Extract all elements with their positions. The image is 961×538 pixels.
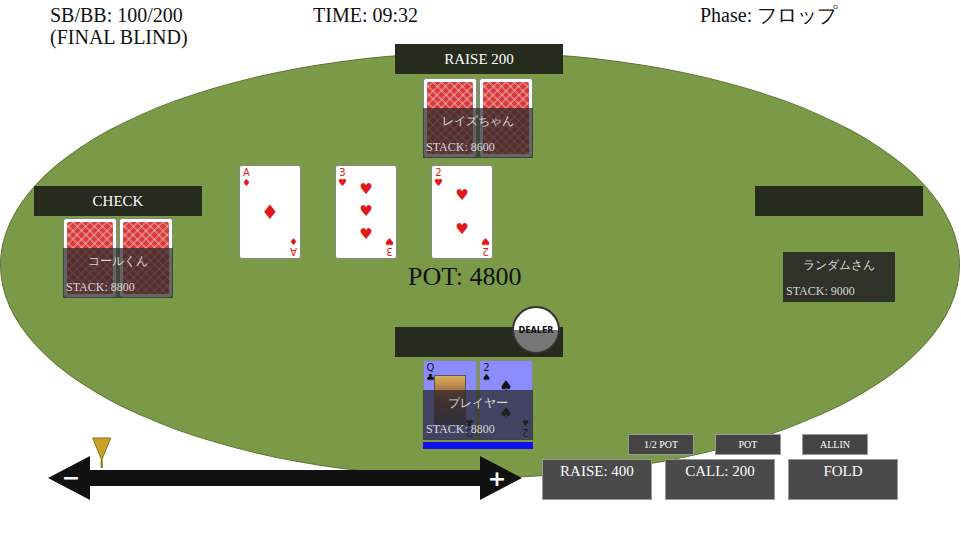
pip: ♥ — [359, 204, 372, 219]
decrease-arrow-icon[interactable] — [48, 456, 90, 500]
seat-name: プレイヤー — [426, 395, 530, 412]
pot-total: POT: 4800 — [408, 262, 522, 292]
seat-action: CHECK — [34, 186, 202, 216]
seat-stack: STACK: 8600 — [426, 140, 530, 155]
hole-cards: コールくん STACK: 8800 — [63, 218, 173, 298]
seat-stack: STACK: 8800 — [66, 280, 170, 295]
seat-action — [755, 186, 923, 216]
hole-cards: レイズちゃん STACK: 8600 — [423, 78, 533, 158]
card-pips: ♦ — [252, 178, 288, 246]
slider-marker-stem — [101, 460, 103, 468]
poker-screen: SB/BB: 100/200 (FINAL BLIND) TIME: 09:32… — [0, 0, 961, 538]
action-button[interactable]: RAISE: 400 — [542, 459, 652, 500]
time-info: TIME: 09:32 — [313, 4, 700, 48]
card-pips: ♥♥ — [444, 178, 480, 246]
seat-stack: STACK: 8800 — [426, 422, 530, 437]
turn-indicator — [423, 442, 533, 449]
action-button[interactable]: CALL: 200 — [665, 459, 775, 500]
pip: ♦ — [261, 205, 279, 220]
card-corner: 3♥ — [338, 168, 347, 188]
seat-name: レイズちゃん — [426, 113, 530, 130]
card-pips: ♥ ♥ ♥ — [348, 178, 384, 246]
blinds-info: SB/BB: 100/200 (FINAL BLIND) — [50, 4, 313, 48]
action-buttons: RAISE: 400 CALL: 200 FOLD — [542, 459, 898, 500]
decrease-label[interactable]: − — [62, 465, 80, 490]
card-corner: A♦ — [289, 236, 298, 256]
status-header: SB/BB: 100/200 (FINAL BLIND) TIME: 09:32… — [0, 0, 961, 48]
card-corner: A♦ — [242, 168, 251, 188]
pip: ♥ — [455, 188, 468, 203]
playing-card: 2♥ ♥♥ 2♥ — [431, 165, 493, 259]
seat-info: ランダムさん STACK: 9000 — [783, 252, 895, 302]
preset-button[interactable]: ALLIN — [802, 434, 868, 455]
preset-button[interactable]: POT — [715, 434, 781, 455]
bet-presets: 1/2 POT POT ALLIN — [628, 434, 868, 455]
card-corner: 2♥ — [481, 236, 490, 256]
playing-card: 3♥ ♥ ♥ ♥ 3♥ — [335, 165, 397, 259]
slider-track[interactable] — [90, 470, 480, 486]
seat-name: コールくん — [66, 253, 170, 270]
community-cards: A♦ ♦ A♦3♥ ♥♥♥ 3♥2♥ ♥♥ 2♥ — [239, 165, 493, 259]
seat-hand: Q♣ Q♣2♠ ♠♠ 2♠ プレイヤー STACK: 8800 — [423, 360, 533, 449]
card-corner: 3♥ — [385, 236, 394, 256]
hole-cards: Q♣ Q♣2♠ ♠♠ 2♠ プレイヤー STACK: 8800 — [423, 360, 533, 440]
seat-info: コールくん STACK: 8800 — [63, 248, 173, 298]
action-button[interactable]: FOLD — [788, 459, 898, 500]
seat-stack: STACK: 9000 — [786, 284, 892, 299]
pip: ♥ — [455, 222, 468, 237]
pip: ♥ — [359, 227, 372, 242]
pip: ♥ — [359, 182, 372, 197]
slider-marker-icon[interactable] — [93, 438, 111, 460]
preset-button[interactable]: 1/2 POT — [628, 434, 694, 455]
bet-slider[interactable]: −+ — [40, 430, 530, 510]
phase-info: Phase: フロップ — [700, 4, 837, 48]
seat-info: プレイヤー STACK: 8800 — [423, 390, 533, 440]
seat-info: レイズちゃん STACK: 8600 — [423, 108, 533, 158]
seat-action: RAISE 200 — [395, 44, 563, 74]
seat-hand: コールくん STACK: 8800 — [63, 218, 173, 298]
dealer-button: DEALER — [512, 306, 560, 354]
increase-arrow-icon[interactable] — [480, 456, 522, 500]
card-corner: 2♠ — [482, 363, 491, 383]
seat-hand: レイズちゃん STACK: 8600 — [423, 78, 533, 158]
seat-name: ランダムさん — [786, 257, 892, 274]
card-corner: 2♥ — [434, 168, 443, 188]
playing-card: A♦ ♦ A♦ — [239, 165, 301, 259]
increase-label[interactable]: + — [488, 466, 506, 491]
